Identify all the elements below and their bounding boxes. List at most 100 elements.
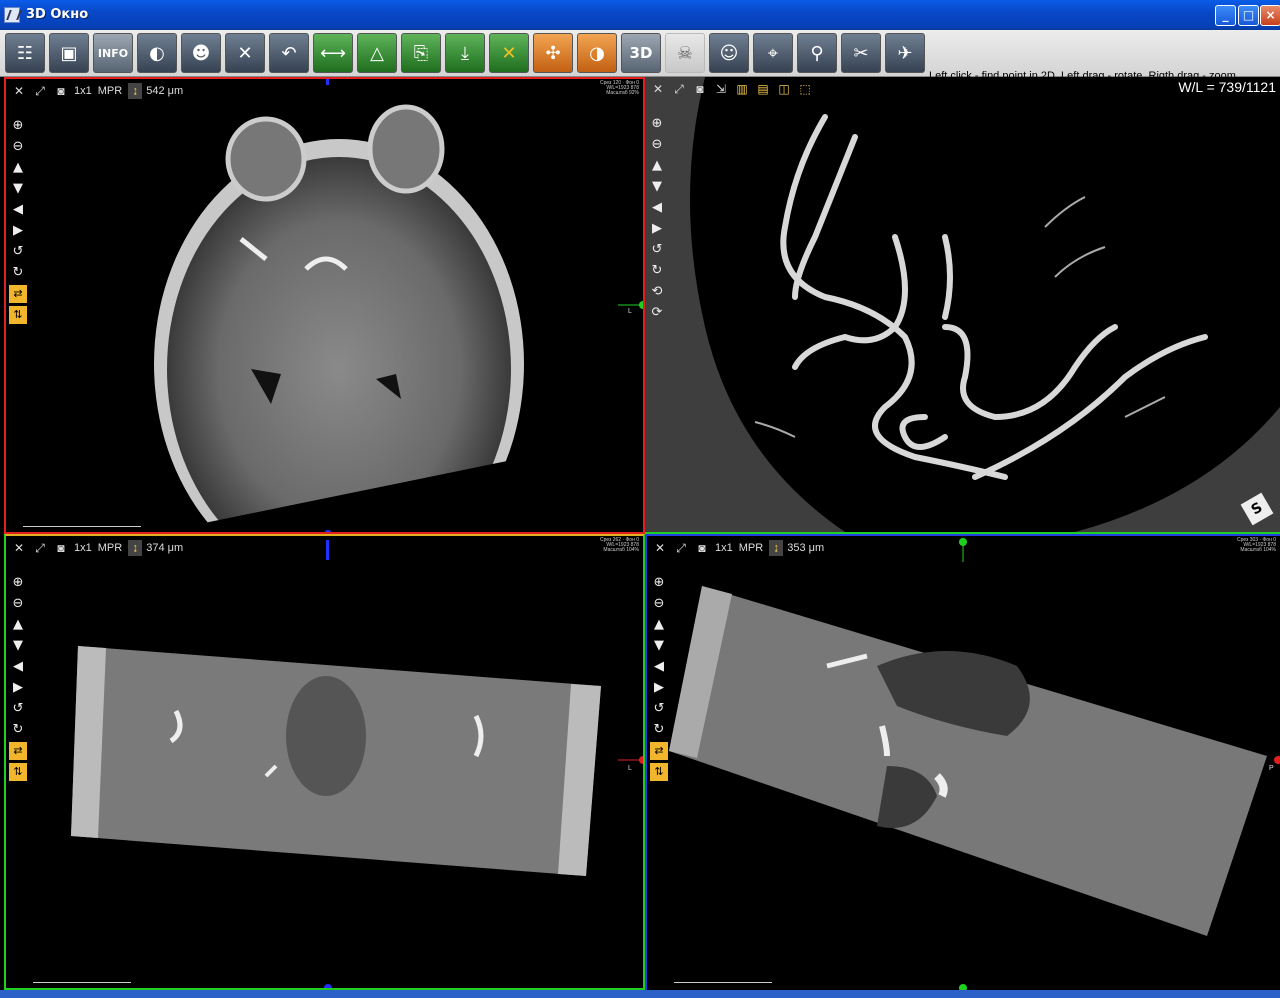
scale-bar	[23, 526, 141, 527]
layout-label[interactable]: 1x1	[74, 542, 92, 554]
rotate-3d-icon[interactable]: ✣	[533, 33, 573, 73]
tools-icon[interactable]: ✕	[225, 33, 265, 73]
flip-vertical-icon[interactable]: ⇅	[650, 763, 668, 781]
rotate-left-icon[interactable]: ↺	[9, 700, 27, 718]
fullscreen-icon[interactable]: ⤢	[671, 81, 687, 97]
flythrough-icon[interactable]: ✈	[885, 33, 925, 73]
cube-icon[interactable]: ⬚	[797, 81, 813, 97]
arrow-down-icon[interactable]: ▼	[9, 180, 27, 198]
zoom-in-icon[interactable]: ⊕	[9, 574, 27, 592]
zoom-in-icon[interactable]: ⊕	[9, 117, 27, 135]
zoom-out-icon[interactable]: ⊖	[9, 595, 27, 613]
axial-mpr-pane[interactable]: ✕ ⤢ ◙ 1x1 MPR ↨ 542 μm Срез 120 · Фон 0W…	[4, 77, 645, 534]
arrow-up-icon[interactable]: ▲	[9, 159, 27, 177]
axial-side-tools: ⊕ ⊖ ▲ ▼ ◀ ▶ ↺ ↻ ⇄ ⇅	[9, 117, 29, 327]
tools-icon[interactable]: ✕	[11, 83, 27, 99]
spin-right-icon[interactable]: ⟳	[648, 304, 666, 322]
info-button[interactable]: INFO	[93, 33, 133, 73]
magnifier-icon[interactable]: ⚲	[797, 33, 837, 73]
arrow-up-icon[interactable]: ▲	[650, 616, 668, 634]
arrow-right-icon[interactable]: ▶	[9, 679, 27, 697]
undo-icon[interactable]: ↶	[269, 33, 309, 73]
export-icon[interactable]: ⇲	[713, 81, 729, 97]
coronal-mpr-pane[interactable]: ✕ ⤢ ◙ 1x1 MPR ↨ 374 μm Срез 262 · Фон 0W…	[4, 534, 645, 990]
rotate-left-icon[interactable]: ↺	[9, 243, 27, 261]
zoom-out-icon[interactable]: ⊖	[648, 136, 666, 154]
rotate-right-icon[interactable]: ↻	[650, 721, 668, 739]
fullscreen-icon[interactable]: ⤢	[32, 83, 48, 99]
layout-icon[interactable]: ☷	[5, 33, 45, 73]
mode-label[interactable]: MPR	[739, 542, 763, 554]
zoom-out-icon[interactable]: ⊖	[9, 138, 27, 156]
mode-label[interactable]: MPR	[98, 85, 122, 97]
sagittal-mpr-pane[interactable]: ✕ ⤢ ◙ 1x1 MPR ↨ 353 μm Срез 303 · Фон 0W…	[645, 534, 1280, 990]
spin-left-icon[interactable]: ⟲	[648, 283, 666, 301]
annotation-icon[interactable]: ⎘	[401, 33, 441, 73]
camera-icon[interactable]: ◙	[692, 81, 708, 97]
slice-thickness-value: 542 μm	[146, 85, 184, 97]
fullscreen-icon[interactable]: ⤢	[32, 540, 48, 556]
layout-label[interactable]: 1x1	[715, 542, 733, 554]
skull-icon[interactable]: ☠	[665, 33, 705, 73]
fullscreen-icon[interactable]: ⤢	[673, 540, 689, 556]
layout-label[interactable]: 1x1	[74, 85, 92, 97]
layers-icon[interactable]: ◫	[776, 81, 792, 97]
camera-icon[interactable]: ◙	[53, 83, 69, 99]
flip-vertical-icon[interactable]: ⇅	[9, 763, 27, 781]
contrast-settings-icon[interactable]: ◐	[137, 33, 177, 73]
arrow-right-icon[interactable]: ▶	[9, 222, 27, 240]
minimize-button[interactable]: _	[1215, 5, 1236, 26]
flip-horizontal-icon[interactable]: ⇄	[9, 285, 27, 303]
crosshair-icon[interactable]: ⌖	[753, 33, 793, 73]
ruler-icon[interactable]: ⟷	[313, 33, 353, 73]
tools-icon[interactable]: ✕	[652, 540, 668, 556]
arrow-left-icon[interactable]: ◀	[650, 658, 668, 676]
arrow-down-icon[interactable]: ▼	[648, 178, 666, 196]
title-bar: 3D Окно _ □ ×	[0, 0, 1280, 30]
zoom-in-icon[interactable]: ⊕	[648, 115, 666, 133]
three-d-button[interactable]: 3D	[621, 33, 661, 73]
arrow-up-icon[interactable]: ▲	[9, 616, 27, 634]
arrow-down-icon[interactable]: ▼	[650, 637, 668, 655]
volume-render-pane[interactable]: ✕ ⤢ ◙ ⇲ ▥ ▤ ◫ ⬚ W/L = 739/1121 ⊕ ⊖ ▲ ▼ ◀…	[645, 77, 1280, 534]
close-button[interactable]: ×	[1260, 5, 1280, 26]
scissors-icon[interactable]: ✂	[841, 33, 881, 73]
arrow-right-icon[interactable]: ▶	[648, 220, 666, 238]
rotate-right-icon[interactable]: ↻	[648, 262, 666, 280]
arrow-left-icon[interactable]: ◀	[9, 201, 27, 219]
arrow-right-icon[interactable]: ▶	[650, 679, 668, 697]
flip-vertical-icon[interactable]: ⇅	[9, 306, 27, 324]
rotate-left-icon[interactable]: ↺	[648, 241, 666, 259]
save-icon[interactable]: ▣	[49, 33, 89, 73]
rotate-left-icon[interactable]: ↺	[650, 700, 668, 718]
angle-icon[interactable]: △	[357, 33, 397, 73]
head-settings-icon[interactable]: ☻	[181, 33, 221, 73]
zoom-in-icon[interactable]: ⊕	[650, 574, 668, 592]
sagittal-side-tools: ⊕ ⊖ ▲ ▼ ◀ ▶ ↺ ↻ ⇄ ⇅	[650, 574, 670, 784]
orientation-label: L	[628, 308, 632, 315]
camera-icon[interactable]: ◙	[53, 540, 69, 556]
slice-thickness-icon[interactable]: ↨	[128, 540, 143, 556]
flip-horizontal-icon[interactable]: ⇄	[650, 742, 668, 760]
slice-thickness-icon[interactable]: ↨	[128, 83, 143, 99]
clip-plane-icon[interactable]: ▤	[755, 81, 771, 97]
tools-icon[interactable]: ✕	[11, 540, 27, 556]
zoom-out-icon[interactable]: ⊖	[650, 595, 668, 613]
arrow-up-icon[interactable]: ▲	[648, 157, 666, 175]
rotate-right-icon[interactable]: ↻	[9, 721, 27, 739]
face-settings-icon[interactable]: ☺	[709, 33, 749, 73]
camera-icon[interactable]: ◙	[694, 540, 710, 556]
text-marker-icon[interactable]: ⤓	[445, 33, 485, 73]
mode-label[interactable]: MPR	[98, 542, 122, 554]
flip-horizontal-icon[interactable]: ⇄	[9, 742, 27, 760]
window-level-icon[interactable]: ◑	[577, 33, 617, 73]
crop-box-icon[interactable]: ▥	[734, 81, 750, 97]
arrow-left-icon[interactable]: ◀	[9, 658, 27, 676]
arrow-down-icon[interactable]: ▼	[9, 637, 27, 655]
maximize-button[interactable]: □	[1238, 5, 1259, 26]
tools-icon[interactable]: ✕	[650, 81, 666, 97]
slice-thickness-icon[interactable]: ↨	[769, 540, 784, 556]
delete-icon[interactable]: ✕	[489, 33, 529, 73]
rotate-right-icon[interactable]: ↻	[9, 264, 27, 282]
arrow-left-icon[interactable]: ◀	[648, 199, 666, 217]
